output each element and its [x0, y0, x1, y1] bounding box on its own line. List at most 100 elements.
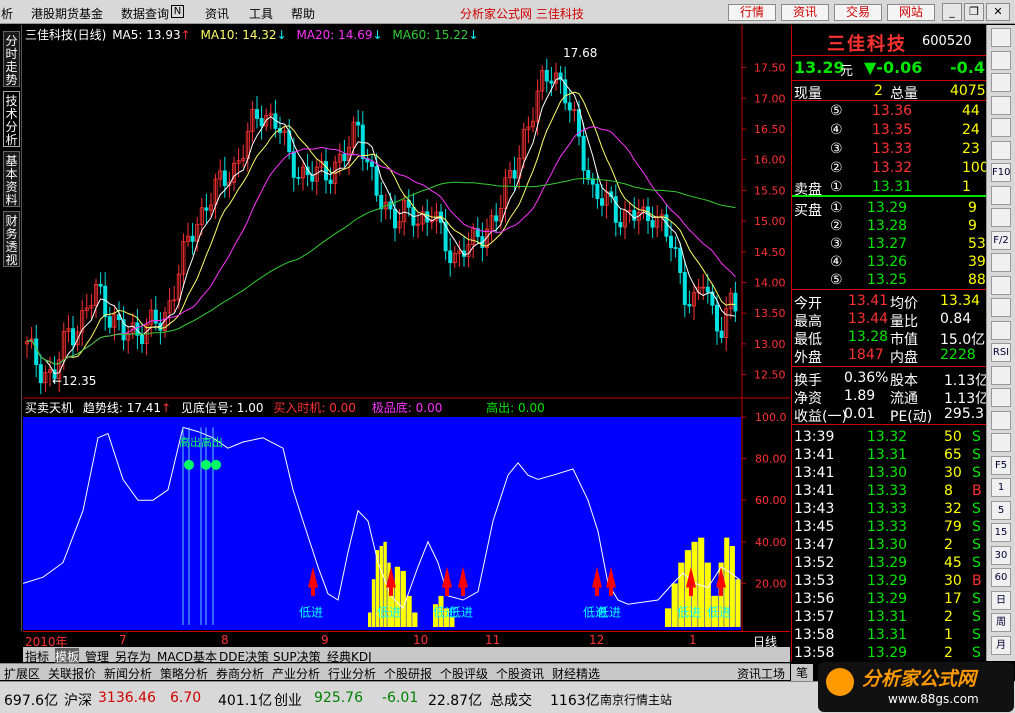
buy-signal-label: 低进 — [597, 606, 621, 620]
toolbar-icon[interactable] — [991, 388, 1011, 407]
candle-body — [567, 102, 572, 111]
indicator-buy: 买入时机: 0.00 — [273, 401, 356, 415]
nav-news-button[interactable]: 资讯 — [781, 4, 829, 21]
toolbar-icon[interactable] — [991, 410, 1011, 430]
toolbar-icon[interactable]: 月 — [991, 635, 1011, 655]
tab-note[interactable]: 笔 — [791, 664, 813, 681]
candle-body — [98, 283, 103, 287]
toolbar-icon[interactable] — [991, 118, 1011, 137]
sell-signal-dot — [211, 459, 221, 470]
toolbar-icon[interactable]: 周 — [991, 613, 1011, 632]
info-tab[interactable]: 个股资讯 — [496, 665, 544, 682]
toolbar-icon[interactable] — [991, 73, 1011, 92]
tab-info-factory[interactable]: 资讯工场 — [737, 665, 785, 682]
tab-financials[interactable]: 财务透视 — [3, 211, 20, 267]
tab-intraday[interactable]: 分时走势 — [3, 31, 20, 87]
info-tab[interactable]: 扩展区 — [4, 665, 40, 682]
indicator-bar — [735, 579, 741, 627]
info-tab[interactable]: 财经精选 — [552, 665, 600, 682]
candle-body — [678, 248, 683, 273]
toolbar-icon[interactable]: F5 — [991, 455, 1011, 475]
indicator-tick-label: 100.0 — [755, 411, 787, 424]
stat-row: 净资 1.89 流通 1.13亿 — [794, 388, 990, 407]
indicator-bottom: 极品底: 0.00 — [371, 401, 443, 415]
chart-stock-title: 三佳科技(日线) — [25, 28, 107, 42]
chart-area[interactable]: 17.50 17.00 16.50 16.00 15.50 15.00 14.50 14.00… — [23, 25, 790, 631]
info-tab[interactable]: 策略分析 — [160, 665, 208, 682]
bid-level-row: ③ 13.27 53 — [830, 236, 986, 252]
toolbar-icon[interactable]: 1 — [991, 478, 1011, 497]
candle-body — [71, 328, 76, 346]
toolbar-icon[interactable] — [991, 95, 1011, 115]
info-tab-bar: 扩展区 关联报价 新闻分析 策略分析 券商分析 产业分析 行业分析 个股研报 个股评级 个股资讯财… — [0, 663, 790, 682]
candle-body — [38, 364, 43, 384]
candle-body — [190, 235, 195, 242]
toolbar-icon[interactable] — [991, 365, 1011, 385]
candle-body — [328, 179, 333, 184]
info-tab[interactable]: 个股研报 — [384, 665, 432, 682]
toolbar-icon[interactable]: 15 — [991, 523, 1011, 542]
logo-icon — [826, 668, 854, 696]
date-axis-month: 10 — [413, 633, 429, 647]
info-tab[interactable]: 券商分析 — [216, 665, 264, 682]
info-tab[interactable]: 行业分析 — [328, 665, 376, 682]
toolbar-icon[interactable] — [991, 320, 1011, 340]
menu-news[interactable]: 资讯 — [205, 5, 229, 22]
app-window: 析 港股期货基金 数据查询 N 资讯 工具 帮助 分析家公式网 三佳科技 行情 … — [0, 0, 1015, 713]
price-tick-label: 13.00 — [754, 338, 786, 351]
toolbar-icon[interactable] — [991, 433, 1011, 452]
menu-data-query[interactable]: 数据查询 — [121, 5, 169, 22]
toolbar-icon[interactable] — [991, 253, 1011, 272]
toolbar-icon[interactable] — [991, 140, 1011, 160]
toolbar-icon[interactable] — [991, 28, 1011, 47]
toolbar-icon[interactable] — [991, 275, 1011, 295]
restore-button[interactable]: ❐ — [964, 3, 984, 21]
price-tick-label: 16.00 — [754, 154, 786, 167]
buy-arrow-stem — [445, 587, 449, 596]
candle-body — [291, 151, 296, 178]
info-tab[interactable]: 个股评级 — [440, 665, 488, 682]
ma5-label: MA5: 13.93 — [112, 28, 181, 42]
ask-level-row: ③ 13.33 23 — [830, 141, 980, 157]
buy-arrow-stem — [609, 587, 613, 596]
toolbar-icon[interactable]: F10 — [991, 163, 1011, 182]
ma60-arrow-icon: ↓ — [468, 28, 479, 42]
candle-body — [650, 220, 655, 228]
tab-technical[interactable]: 技术分析 — [3, 91, 20, 147]
nav-trade-button[interactable]: 交易 — [834, 4, 882, 21]
toolbar-icon[interactable]: 30 — [991, 545, 1011, 565]
close-button[interactable]: ✕ — [986, 3, 1010, 21]
menu-hk-futures[interactable]: 港股期货基金 — [31, 5, 103, 22]
candle-body — [544, 70, 549, 82]
watermark-text: 分析家公式网 — [862, 668, 977, 690]
stat-row: 外盘 1847 内盘 2228 — [794, 347, 976, 366]
tick-row: 13:43 13.33 32 S — [794, 501, 981, 517]
toolbar-icon[interactable]: 60 — [991, 568, 1011, 587]
info-tab[interactable]: 产业分析 — [272, 665, 320, 682]
info-tab[interactable]: 新闻分析 — [104, 665, 152, 682]
indicator-bar — [406, 595, 412, 627]
toolbar-icon[interactable]: 日 — [991, 590, 1011, 610]
candle-body — [715, 304, 720, 332]
minimize-button[interactable]: _ — [942, 3, 962, 21]
tab-fundamentals[interactable]: 基本资料 — [3, 151, 20, 207]
price-tick-label: 12.50 — [754, 369, 786, 382]
toolbar-icon[interactable] — [991, 50, 1011, 70]
candle-body — [494, 215, 499, 222]
tick-row: 13:56 13.29 17 S — [794, 591, 981, 607]
nav-quote-button[interactable]: 行情 — [728, 4, 776, 21]
toolbar-icon[interactable]: F/2 — [991, 230, 1011, 250]
toolbar-icon[interactable]: RSI — [991, 343, 1011, 362]
toolbar-icon[interactable] — [991, 208, 1011, 227]
info-tab[interactable]: 关联报价 — [48, 665, 96, 682]
nav-website-button[interactable]: 网站 — [887, 4, 935, 21]
status-amount: 697.6亿 — [4, 693, 59, 709]
candle-body — [632, 210, 637, 221]
indicator-bar — [371, 579, 376, 627]
toolbar-icon[interactable]: 5 — [991, 500, 1011, 520]
menu-tools[interactable]: 工具 — [249, 5, 273, 22]
toolbar-icon[interactable] — [991, 185, 1011, 205]
menu-analysis[interactable]: 析 — [1, 5, 13, 22]
menu-help[interactable]: 帮助 — [291, 5, 315, 22]
toolbar-icon[interactable] — [991, 298, 1011, 317]
